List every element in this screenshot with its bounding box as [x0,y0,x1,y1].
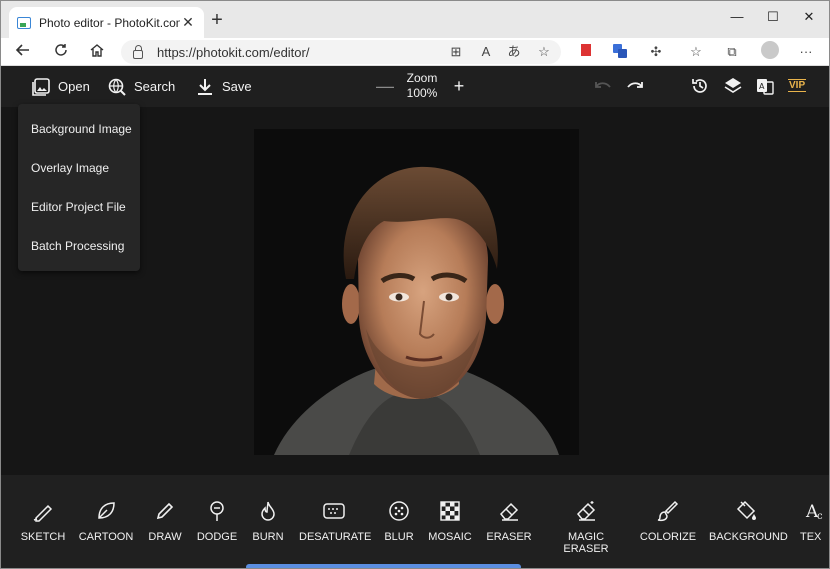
eraser-icon [485,499,533,523]
zoom-out-icon[interactable]: — [376,76,394,96]
zoom-value: 100% [406,86,438,100]
tool-label: CARTOON [78,531,134,543]
desaturate-icon [299,499,369,523]
tool-magic-eraser[interactable]: MAGIC ERASER [545,499,627,555]
tool-label: BACKGROUND [709,531,788,543]
svg-text:c: c [817,511,823,522]
address-bar-row: https://photokit.com/editor/ ⊞ A あ ☆ ✣ ☆… [1,38,829,66]
history-icon[interactable] [691,77,709,100]
tab-strip: Photo editor - PhotoKit.com ✕ + — ☐ ✕ [1,1,829,38]
menu-item-editor-project-file[interactable]: Editor Project File [31,200,126,214]
tool-label: TEX [800,531,822,543]
tool-draw[interactable]: DRAW [145,499,185,543]
blur-icon [381,499,417,523]
zoom-display: Zoom 100% [401,71,443,101]
new-tab-icon[interactable]: + [207,10,227,30]
url-field[interactable]: https://photokit.com/editor/ [121,40,561,64]
open-button[interactable]: Open [32,66,90,107]
flame-icon [249,499,287,523]
tool-desaturate[interactable]: DESATURATE [299,499,372,543]
layers-icon[interactable] [724,77,742,100]
tool-label: DODGE [196,531,238,543]
menu-item-batch-processing[interactable]: Batch Processing [31,239,124,253]
app-grid-icon[interactable]: ⊞ [447,43,465,61]
pen-icon [145,499,185,523]
dodge-icon [194,499,240,523]
collections-icon[interactable]: ⧉ [723,43,741,61]
profile-avatar[interactable] [761,41,779,59]
portrait-photo[interactable] [254,129,579,455]
lock-icon [133,44,143,59]
red-extension-icon[interactable] [577,43,595,61]
tool-blur[interactable]: BLUR [381,499,417,543]
tool-label: ERASER [486,531,532,543]
tab-title: Photo editor - PhotoKit.com [39,15,180,30]
tool-background[interactable]: BACKGROUND [709,499,788,543]
tool-label: DRAW [148,531,182,543]
translator-extension-icon[interactable] [611,43,629,61]
zoom-label: Zoom [406,71,438,85]
colorize-brush-icon [639,499,697,523]
window-close-icon[interactable]: ✕ [799,9,819,25]
favorites-list-icon[interactable]: ☆ [687,43,705,61]
close-tab-icon[interactable]: ✕ [180,14,196,31]
leaf-icon [77,499,135,523]
tool-eraser[interactable]: ERASER [485,499,533,543]
translate-page-icon[interactable]: あ [505,43,523,61]
globe-search-icon [108,78,126,96]
url-text: https://photokit.com/editor/ [157,44,310,60]
tool-burn[interactable]: BURN [249,499,287,543]
browser-tab[interactable]: Photo editor - PhotoKit.com ✕ [9,7,204,38]
text-icon: Ac [797,499,829,523]
home-icon[interactable] [87,42,107,62]
save-label: Save [222,79,252,94]
read-aloud-icon[interactable]: A [477,43,495,61]
tool-label: MOSAIC [428,531,472,543]
photokit-favicon-icon [17,16,31,29]
maximize-icon[interactable]: ☐ [763,9,783,25]
tools-scrollbar[interactable] [246,564,521,568]
undo-icon[interactable] [594,79,612,98]
reload-icon[interactable] [51,42,71,62]
tool-label: BLUR [384,531,414,543]
tool-dodge[interactable]: DODGE [194,499,240,543]
menu-item-background-image[interactable]: Background Image [31,122,132,136]
tool-colorize[interactable]: COLORIZE [639,499,697,543]
tool-label: COLORIZE [639,531,697,543]
tool-text[interactable]: Ac TEX [797,499,829,543]
magic-eraser-icon [545,499,627,523]
zoom-in-icon[interactable]: + [451,76,467,96]
tool-cartoon[interactable]: CARTOON [77,499,135,543]
paint-bucket-icon [709,499,785,523]
browser-window: Photo editor - PhotoKit.com ✕ + — ☐ ✕ ht… [0,0,830,569]
save-button[interactable]: Save [196,66,252,107]
tool-label: BURN [252,531,284,543]
tool-sketch[interactable]: SKETCH [17,499,69,543]
back-icon[interactable] [13,42,33,62]
language-icon[interactable]: A [756,77,774,100]
open-label: Open [58,79,90,94]
menu-item-overlay-image[interactable]: Overlay Image [31,161,109,175]
favorite-star-icon[interactable]: ☆ [535,43,553,61]
open-dropdown-menu: Background Image Overlay Image Editor Pr… [18,104,140,271]
image-open-icon [32,77,50,96]
svg-text:A: A [759,82,765,91]
tool-label: DESATURATE [299,531,372,543]
more-menu-icon[interactable]: ··· [797,43,815,61]
minimize-icon[interactable]: — [727,9,747,24]
search-button[interactable]: Search [108,66,175,107]
pencil-sketch-icon [17,499,69,523]
vip-badge[interactable]: VIP [788,79,807,92]
download-icon [196,78,214,96]
redo-icon[interactable] [626,79,644,98]
editor-top-toolbar: Open Search Save Zoom 100% A VIP [1,66,829,107]
tool-label: SKETCH [20,531,66,543]
tool-mosaic[interactable]: MOSAIC [427,499,473,543]
mosaic-icon [427,499,473,523]
search-label: Search [134,79,176,94]
extensions-puzzle-icon[interactable]: ✣ [647,43,665,61]
tool-label: MAGIC ERASER [563,531,609,555]
